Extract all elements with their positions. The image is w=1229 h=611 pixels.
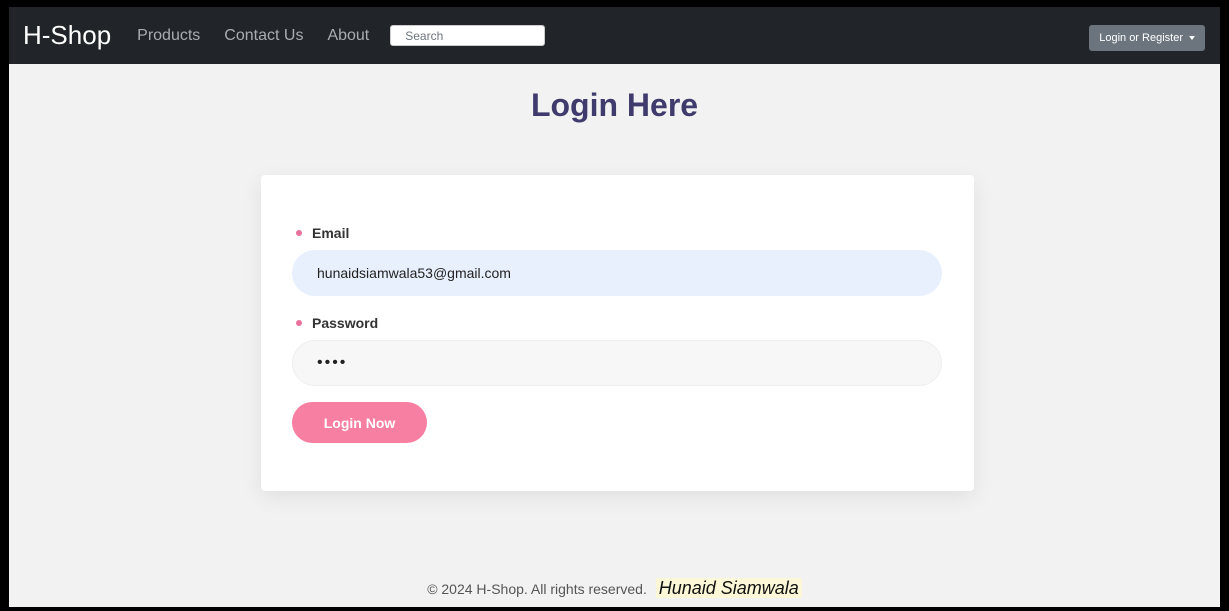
- email-label-text: Email: [312, 225, 350, 241]
- login-register-label: Login or Register: [1099, 32, 1183, 44]
- navbar: H-Shop Products Contact Us About Login o…: [9, 7, 1220, 64]
- password-label: Password: [296, 315, 378, 331]
- bullet-dot-icon: [296, 230, 302, 236]
- caret-down-icon: [1189, 36, 1195, 40]
- app-frame: H-Shop Products Contact Us About Login o…: [9, 7, 1220, 607]
- footer: © 2024 H-Shop. All rights reserved. Huna…: [9, 578, 1220, 599]
- login-now-button[interactable]: Login Now: [292, 402, 427, 443]
- brand-logo[interactable]: H-Shop: [23, 20, 111, 51]
- login-card: Email Password Login Now: [261, 175, 974, 491]
- nav-link-contact-us[interactable]: Contact Us: [224, 27, 303, 45]
- login-register-dropdown[interactable]: Login or Register: [1089, 25, 1205, 51]
- bullet-dot-icon: [296, 320, 302, 326]
- password-label-text: Password: [312, 315, 379, 331]
- page-title: Login Here: [530, 87, 699, 123]
- search-input[interactable]: [390, 25, 546, 46]
- email-field[interactable]: [292, 250, 942, 296]
- password-field[interactable]: [292, 340, 942, 386]
- author-signature: Hunaid Siamwala: [655, 578, 802, 598]
- nav-link-about[interactable]: About: [327, 27, 369, 45]
- footer-copyright: © 2024 H-Shop. All rights reserved.: [427, 581, 647, 597]
- nav-link-products[interactable]: Products: [137, 27, 200, 45]
- email-label: Email: [296, 225, 349, 241]
